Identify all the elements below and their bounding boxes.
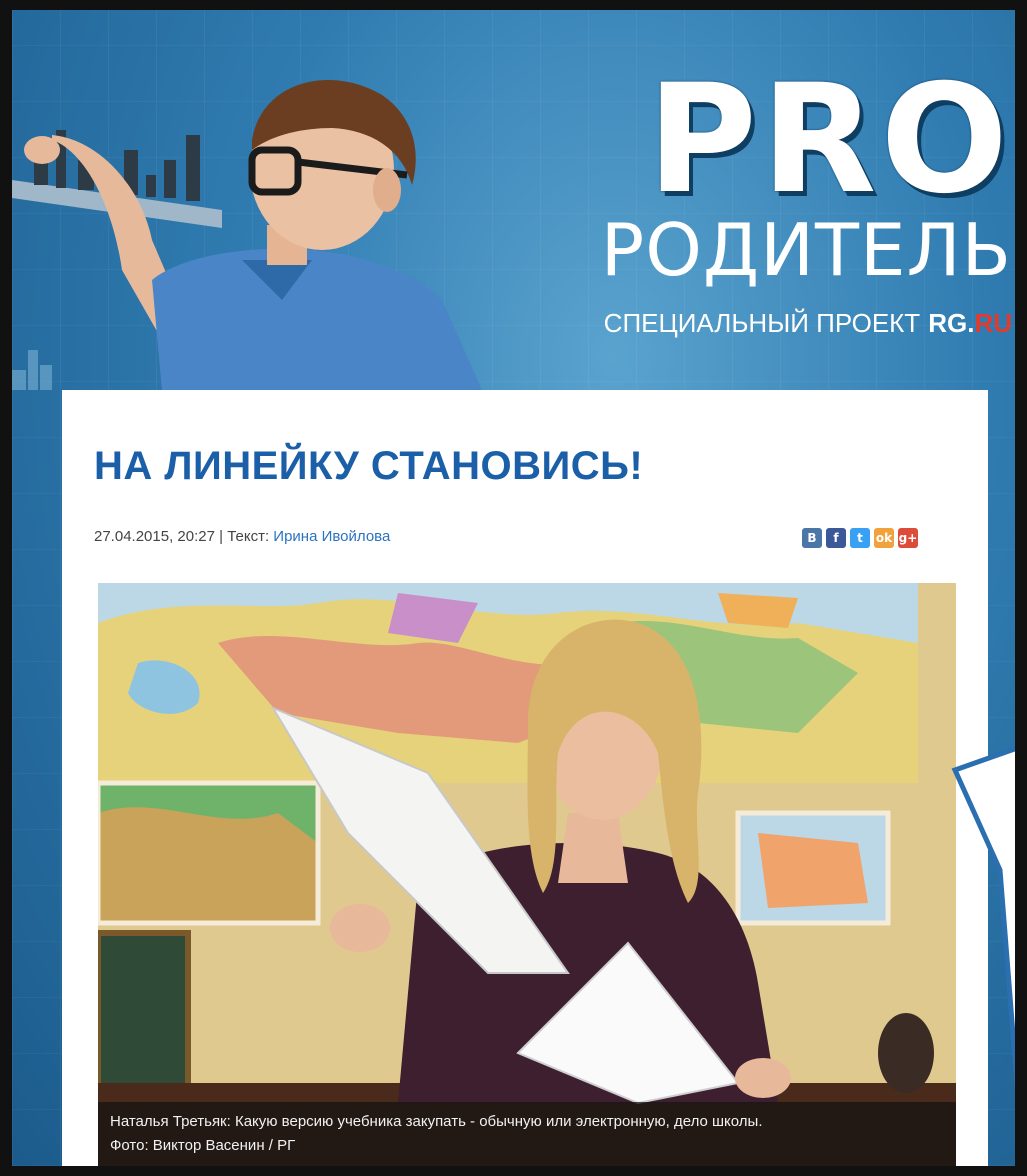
article-datetime: 27.04.2015, 20:27 — [94, 528, 215, 545]
twitter-share-icon[interactable]: t — [850, 528, 870, 548]
article-card: НА ЛИНЕЙКУ СТАНОВИСЬ! 27.04.2015, 20:27 … — [62, 390, 988, 1166]
meta-separator: | — [214, 528, 228, 545]
share-buttons: B f t ok g+ — [802, 528, 918, 548]
screenshot-frame: PRO РОДИТЕЛЬ СПЕЦИАЛЬНЫЙ ПРОЕКТ RG.RU НА … — [0, 0, 1027, 1176]
header-banner: PRO РОДИТЕЛЬ СПЕЦИАЛЬНЫЙ ПРОЕКТ RG.RU — [12, 10, 1015, 390]
facebook-share-icon[interactable]: f — [826, 528, 846, 548]
logo-pro: PRO — [647, 53, 1012, 227]
caption-credit: Фото: Виктор Васенин / РГ — [110, 1137, 296, 1154]
article-meta: 27.04.2015, 20:27 | Текст: Ирина Ивойлов… — [94, 526, 390, 548]
speech-bubble-decoration — [951, 746, 1015, 1092]
googleplus-share-icon[interactable]: g+ — [898, 528, 918, 548]
special-project-text: СПЕЦИАЛЬНЫЙ ПРОЕКТ — [603, 308, 921, 338]
special-project-label: СПЕЦИАЛЬНЫЙ ПРОЕКТ RG.RU — [532, 305, 1012, 341]
author-link[interactable]: Ирина Ивойлова — [273, 528, 390, 545]
caption-text: Наталья Третьяк: Какую версию учебника з… — [110, 1113, 763, 1130]
brand-ru[interactable]: RU — [974, 308, 1012, 338]
author-label: Текст: — [227, 528, 274, 545]
article-photo-image — [98, 583, 956, 1166]
page: PRO РОДИТЕЛЬ СПЕЦИАЛЬНЫЙ ПРОЕКТ RG.RU НА … — [12, 10, 1015, 1166]
brand-rg[interactable]: RG. — [928, 308, 974, 338]
logo-roditel: РОДИТЕЛЬ — [600, 208, 1012, 292]
odnoklassniki-share-icon[interactable]: ok — [874, 528, 894, 548]
article-photo: Наталья Третьяк: Какую версию учебника з… — [98, 583, 956, 1166]
vk-share-icon[interactable]: B — [802, 528, 822, 548]
photo-caption: Наталья Третьяк: Какую версию учебника з… — [98, 1102, 956, 1166]
article-title: НА ЛИНЕЙКУ СТАНОВИСЬ! — [94, 444, 644, 488]
header-boy-illustration — [12, 80, 482, 390]
